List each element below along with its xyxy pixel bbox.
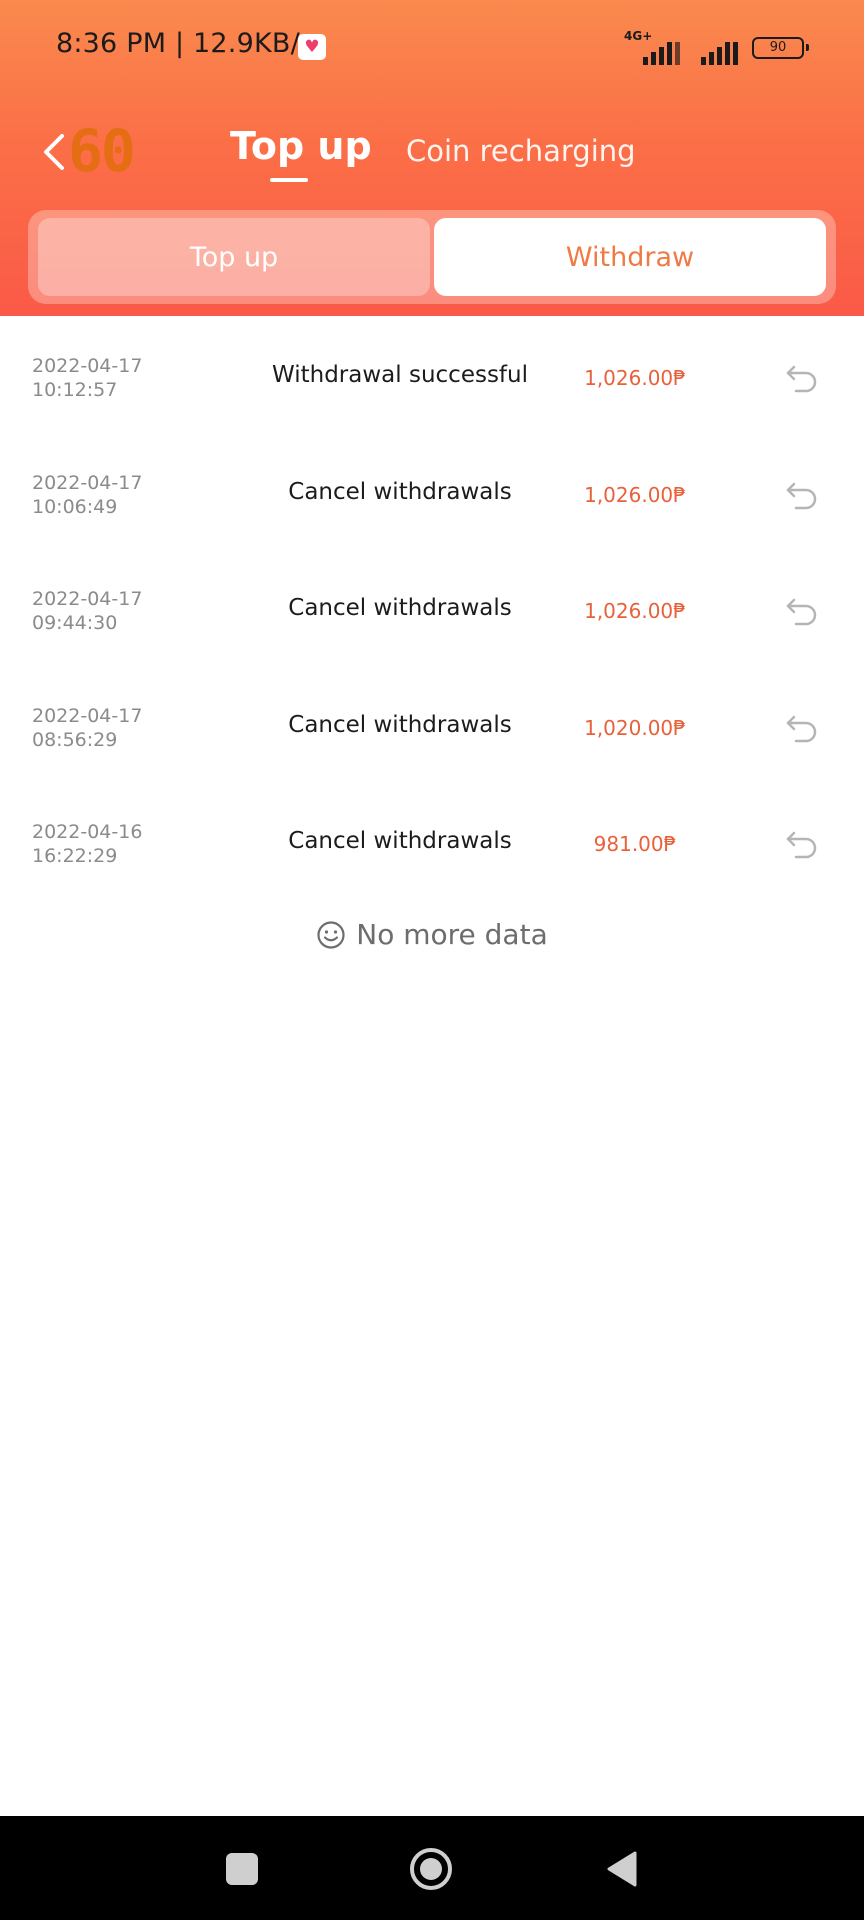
battery-icon: 90 (752, 37, 809, 59)
back-button[interactable]: 60 (40, 118, 150, 186)
record-datetime: 2022-04-17 09:44:30 (32, 587, 212, 635)
list-item[interactable]: 2022-04-17 09:44:30 Cancel withdrawals 1… (0, 549, 864, 666)
record-date: 2022-04-17 (32, 588, 143, 610)
home-circle-icon[interactable] (406, 1844, 456, 1894)
chevron-left-icon (44, 134, 64, 170)
undo-icon[interactable] (782, 710, 822, 746)
top-up-withdraw-switch: Top up Withdraw (28, 210, 836, 304)
list-item[interactable]: 2022-04-17 10:06:49 Cancel withdrawals 1… (0, 433, 864, 550)
undo-icon[interactable] (782, 826, 822, 862)
record-amount: 1,026.00₱ (584, 482, 686, 507)
record-amount: 1,026.00₱ (584, 599, 686, 623)
list-item[interactable]: 2022-04-17 10:12:57 Withdrawal successfu… (0, 316, 864, 433)
undo-icon[interactable] (782, 360, 822, 396)
record-status: Cancel withdrawals (288, 828, 512, 854)
status-bar: 8:36 PM | 12.9KB/s ♥ 4G+ 90 (0, 0, 864, 96)
tab-coin-recharging-label: Coin recharging (406, 134, 636, 168)
record-time: 16:22:29 (32, 845, 118, 867)
record-datetime: 2022-04-16 16:22:29 (32, 820, 212, 868)
record-datetime: 2022-04-17 08:56:29 (32, 704, 212, 752)
status-time: 8:36 PM | 12.9KB/s (56, 28, 315, 59)
record-time: 10:12:57 (32, 379, 118, 401)
record-date: 2022-04-17 (32, 355, 143, 377)
screen: 8:36 PM | 12.9KB/s ♥ 4G+ 90 60 Top up Co… (0, 0, 864, 1920)
record-time: 09:44:30 (32, 612, 118, 634)
record-datetime: 2022-04-17 10:06:49 (32, 471, 212, 519)
record-status: Cancel withdrawals (288, 711, 512, 738)
square-icon[interactable] (217, 1844, 267, 1894)
record-amount: 1,020.00₱ (584, 715, 686, 740)
heart-app-icon: ♥ (298, 34, 326, 60)
list-item[interactable]: 2022-04-16 16:22:29 Cancel withdrawals 9… (0, 782, 864, 899)
segment-top-up-label: Top up (189, 241, 279, 273)
back-counter-overlay: 60 (68, 117, 136, 185)
segment-top-up[interactable]: Top up (38, 218, 430, 296)
tab-top-up[interactable]: Top up (230, 124, 372, 184)
network-type-label: 4G+ (624, 29, 653, 43)
battery-level: 90 (769, 40, 787, 55)
record-time: 08:56:29 (32, 728, 118, 751)
header: 8:36 PM | 12.9KB/s ♥ 4G+ 90 60 Top up Co… (0, 0, 864, 316)
smiley-icon (317, 920, 345, 949)
cellular-signal-4g-icon: 4G+ (622, 29, 680, 65)
record-status: Cancel withdrawals (288, 595, 512, 621)
record-status: Cancel withdrawals (288, 478, 512, 505)
record-amount: 1,026.00₱ (584, 366, 686, 390)
record-status: Withdrawal successful (271, 362, 528, 388)
triangle-back-icon[interactable] (596, 1844, 646, 1894)
undo-icon[interactable] (782, 477, 822, 513)
no-more-data-label: No more data (356, 918, 548, 951)
status-indicators: 4G+ 90 (622, 28, 809, 68)
record-datetime: 2022-04-17 10:12:57 (32, 354, 212, 402)
no-more-data: No more data (0, 918, 864, 951)
record-time: 10:06:49 (32, 495, 118, 518)
record-date: 2022-04-17 (32, 704, 143, 727)
undo-icon[interactable] (782, 593, 822, 629)
cellular-signal-icon (694, 31, 738, 65)
segment-withdraw[interactable]: Withdraw (434, 218, 826, 296)
record-date: 2022-04-16 (32, 821, 143, 843)
tab-top-up-label: Top up (230, 124, 372, 168)
list-item[interactable]: 2022-04-17 08:56:29 Cancel withdrawals 1… (0, 666, 864, 783)
record-date: 2022-04-17 (32, 471, 143, 494)
withdraw-records-list: 2022-04-17 10:12:57 Withdrawal successfu… (0, 316, 864, 899)
segment-withdraw-label: Withdraw (565, 241, 695, 273)
active-tab-indicator (270, 178, 308, 182)
tab-coin-recharging[interactable]: Coin recharging (406, 134, 636, 194)
record-amount: 981.00₱ (593, 832, 677, 856)
system-navigation-bar (0, 1816, 864, 1920)
